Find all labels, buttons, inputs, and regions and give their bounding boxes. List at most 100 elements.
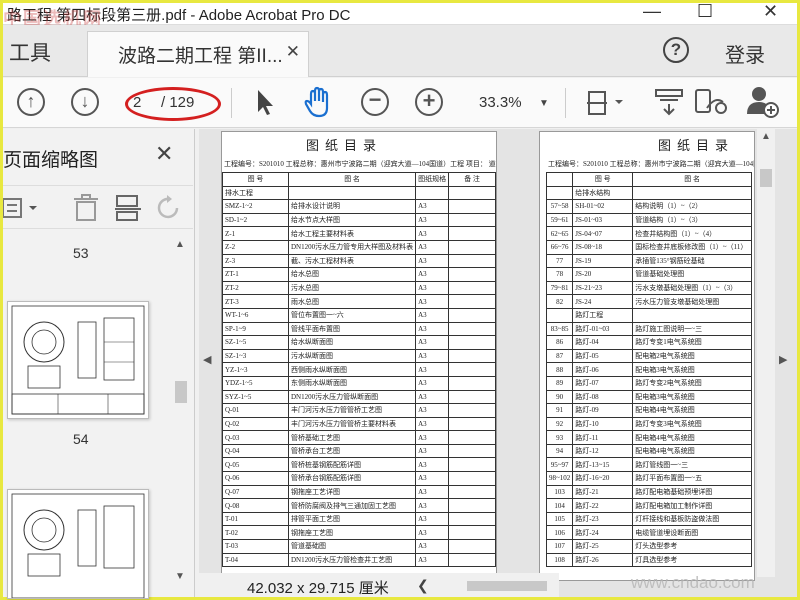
table-row: YDZ-1~5 东侧雨水纵断面图 A3	[222, 375, 496, 391]
options-menu-icon[interactable]	[3, 196, 43, 220]
help-icon[interactable]: ?	[663, 37, 689, 63]
table-cell: 88	[545, 362, 574, 377]
document-view[interactable]: ◀ ▶ 图纸目录 工程编号：S201010 工程总称：惠州市宁波路二期（迎宾大道…	[199, 129, 797, 597]
zoom-in-icon[interactable]: +	[415, 88, 443, 116]
table-cell: 路灯-25	[572, 539, 634, 554]
zoom-out-icon[interactable]: −	[361, 88, 389, 116]
tab-document[interactable]: 波路二期工程 第II... ✕	[87, 31, 309, 77]
table-cell	[448, 239, 496, 255]
table-cell: 管线平面布置图	[287, 321, 417, 337]
read-mode-icon[interactable]	[653, 86, 685, 118]
close-window-button[interactable]: ✕	[763, 1, 778, 22]
table-row: 93 路灯-11 配电箱4电气系统图	[545, 430, 752, 445]
page-thumbnail[interactable]	[7, 489, 149, 599]
table-cell: A3	[415, 457, 450, 473]
table-cell: A3	[415, 280, 450, 296]
table-cell	[448, 267, 496, 282]
next-page-icon[interactable]: ↓	[71, 88, 99, 116]
table-cell: 管桥防腐阀及排气三通加固工艺图	[287, 498, 417, 513]
scrollbar-thumb[interactable]	[760, 169, 772, 187]
table-cell	[448, 348, 496, 364]
table-cell: 路灯配电箱加工制作详图	[632, 498, 752, 513]
page-thumbnails-panel: 页面缩略图 ✕ 53 54 ▲ ▼	[3, 129, 195, 599]
scrollbar-thumb[interactable]	[175, 381, 187, 403]
horizontal-scrollbar-thumb[interactable]	[467, 581, 547, 591]
scroll-up-icon[interactable]: ▲	[761, 131, 771, 142]
table-row: 87 路灯-05 配电箱2电气系统图	[545, 348, 752, 364]
table-cell: 路灯-11	[572, 430, 634, 445]
minimize-button[interactable]: —	[643, 1, 661, 22]
table-cell: Q-07	[222, 484, 289, 500]
table-cell: 配电箱2电气系统图	[632, 348, 752, 364]
table-cell: 62~65	[545, 226, 574, 241]
table-cell: 截、污水工程材料表	[287, 253, 417, 269]
table-cell: A3	[415, 239, 450, 255]
table-cell	[448, 212, 496, 228]
tab-tools[interactable]: 工具	[9, 37, 51, 67]
table-cell: 管道基础处理图	[632, 267, 752, 282]
select-cursor-icon[interactable]	[255, 88, 275, 116]
share-link-icon[interactable]	[693, 86, 729, 118]
table-cell: 79~81	[545, 280, 574, 296]
table-cell: 89	[545, 375, 574, 391]
column-header: 图 名	[287, 172, 417, 187]
panel-toolbar	[3, 185, 193, 229]
table-cell: 路灯-09	[572, 403, 634, 418]
toolbar: ↑ ↓ / 129 − + 33.3% ▼	[3, 78, 797, 128]
zoom-level[interactable]: 33.3%	[479, 94, 522, 111]
table-row: ZT-3 雨水总图 A3	[222, 294, 496, 309]
table-cell: A3	[415, 403, 450, 418]
table-cell: A3	[415, 416, 450, 432]
table-row: Q-08 管桥防腐阀及排气三通加固工艺图 A3	[222, 498, 496, 513]
panel-close-icon[interactable]: ✕	[155, 141, 173, 167]
table-cell: 98~102	[545, 471, 574, 486]
table-cell	[448, 511, 496, 527]
delete-page-icon[interactable]	[73, 194, 99, 222]
table-cell: 灯头选型参考	[632, 539, 752, 554]
table-cell: 路灯-04	[572, 335, 634, 350]
scroll-right-icon[interactable]: ▶	[779, 353, 787, 366]
document-scrollbar[interactable]: ▲	[757, 129, 775, 577]
thumbnail-scrollbar[interactable]: ▲ ▼	[173, 239, 191, 589]
table-row: 90 路灯-08 配电箱3电气系统图	[545, 389, 752, 405]
table-cell: 给排水设计说明	[287, 199, 417, 214]
table-cell	[448, 416, 496, 432]
table-cell: 路灯专变2电气系统图	[632, 375, 752, 391]
table-row: Q-01 丰门河污水压力管管桥工艺图 A3	[222, 403, 496, 418]
scroll-left-icon[interactable]: ❮	[417, 577, 429, 594]
table-cell: 路灯-01~03	[572, 321, 634, 337]
table-cell: 配电箱4电气系统图	[632, 403, 752, 418]
table-row: 92 路灯-10 路灯专变3电气系统图	[545, 416, 752, 432]
hand-tool-icon[interactable]	[303, 86, 333, 118]
table-row: Z-1 给水工程主要材料表 A3	[222, 226, 496, 241]
table-cell: A3	[415, 443, 450, 459]
maximize-button[interactable]: ☐	[697, 1, 713, 22]
extract-page-icon[interactable]	[113, 194, 143, 222]
table-cell: 路灯工程	[572, 307, 634, 323]
page-thumbnail[interactable]	[7, 301, 149, 419]
table-cell: JS-20	[572, 267, 634, 282]
login-button[interactable]: 登录	[725, 39, 765, 68]
tab-close-icon[interactable]: ✕	[286, 42, 300, 62]
column-header: 图 名	[632, 172, 752, 187]
rotate-page-icon[interactable]	[155, 194, 183, 222]
table-cell: T-02	[222, 525, 289, 541]
table-cell: A3	[415, 430, 450, 445]
scroll-down-icon[interactable]: ▼	[175, 571, 185, 582]
table-row: 108 路灯-26 灯具选型参考	[545, 552, 752, 568]
page-fit-icon[interactable]	[585, 86, 625, 120]
table-cell: Q-02	[222, 416, 289, 432]
zoom-dropdown-icon[interactable]: ▼	[539, 98, 549, 109]
add-user-icon[interactable]	[745, 84, 779, 118]
table-cell: 路灯-05	[572, 348, 634, 364]
table-cell: A3	[415, 484, 450, 500]
table-cell: 管道结构（1）~（3）	[632, 212, 752, 228]
table-cell: A3	[415, 212, 450, 228]
table-cell: 路灯-21	[572, 484, 634, 500]
scroll-up-icon[interactable]: ▲	[175, 239, 185, 250]
previous-page-icon[interactable]: ↑	[17, 88, 45, 116]
table-row: 给排水结构	[545, 185, 752, 201]
scroll-left-icon[interactable]: ◀	[203, 353, 211, 366]
table-cell: Z-1	[222, 226, 289, 241]
table-cell: A3	[415, 525, 450, 541]
